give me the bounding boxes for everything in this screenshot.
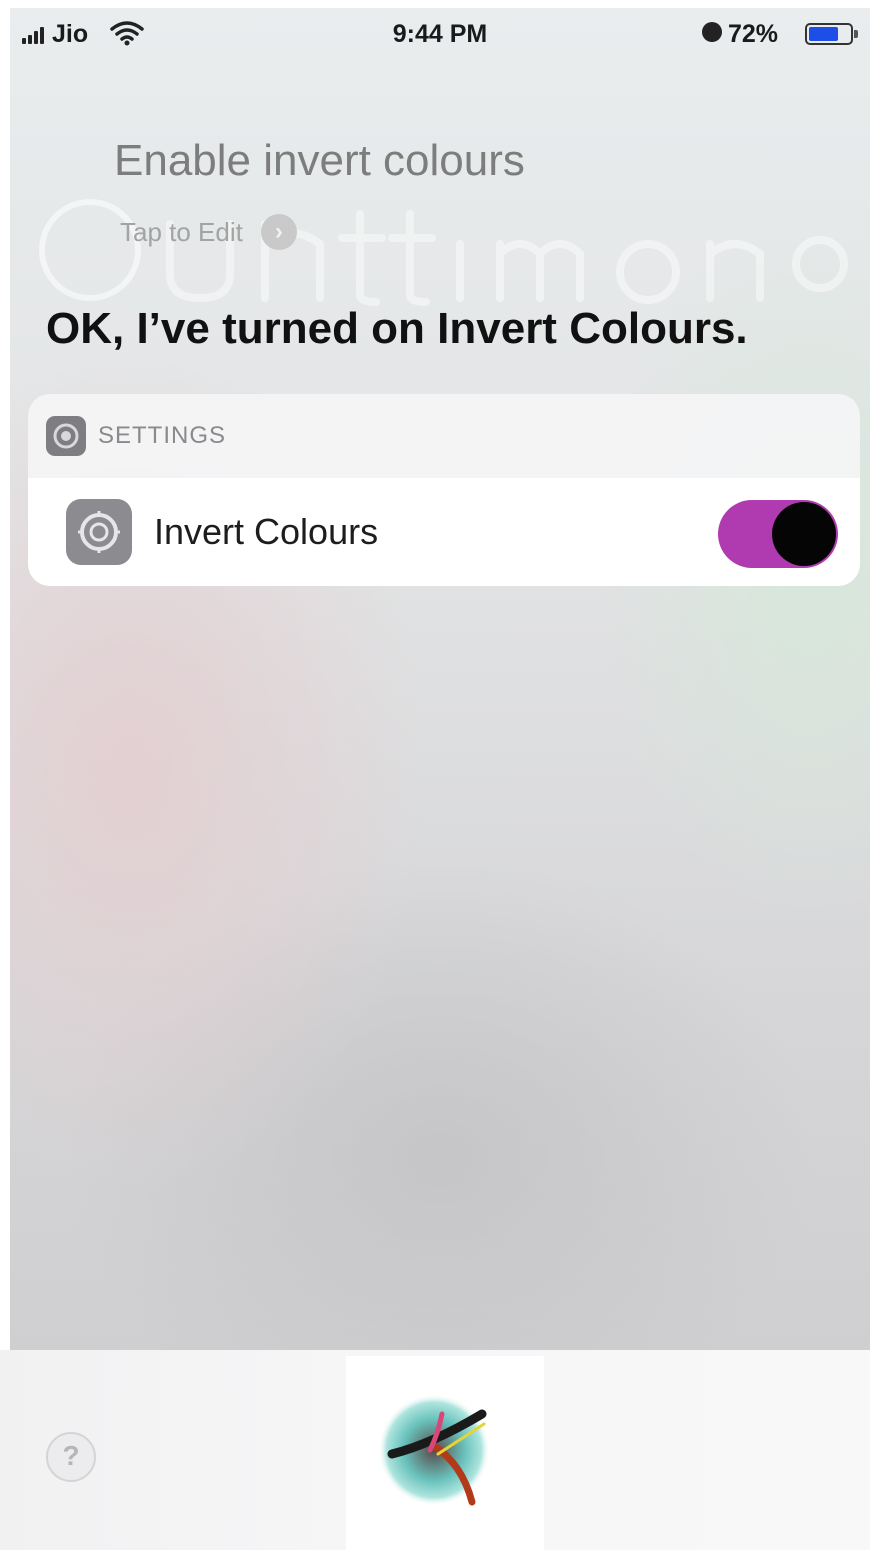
card-header[interactable]: SETTINGS bbox=[28, 394, 860, 478]
chevron-right-icon: › bbox=[260, 214, 297, 250]
tap-to-edit[interactable]: Tap to Edit › bbox=[120, 214, 297, 250]
card-app-name: SETTINGS bbox=[98, 422, 227, 449]
toggle-knob bbox=[772, 502, 836, 566]
invert-colours-label: Invert Colours bbox=[154, 511, 379, 552]
gear-icon bbox=[66, 499, 132, 565]
battery-icon bbox=[805, 23, 858, 45]
tap-to-edit-label: Tap to Edit bbox=[120, 216, 243, 247]
invert-colours-toggle[interactable] bbox=[718, 500, 838, 568]
alarm-icon bbox=[702, 22, 722, 42]
settings-card: SETTINGS Invert Colours bbox=[28, 394, 860, 586]
help-button[interactable]: ? bbox=[46, 1432, 96, 1482]
battery-fill bbox=[809, 27, 838, 41]
siri-query: Enable invert colours bbox=[114, 136, 525, 185]
status-bar: Jio 9:44 PM 72% bbox=[10, 8, 870, 60]
settings-app-icon bbox=[46, 416, 86, 456]
watermark-logo bbox=[39, 199, 848, 306]
battery-percent: 72% bbox=[728, 20, 779, 48]
siri-orb-icon[interactable] bbox=[372, 1384, 502, 1514]
siri-screen: Jio 9:44 PM 72% Enable invert colours Ta… bbox=[10, 8, 870, 1350]
invert-colours-row[interactable]: Invert Colours bbox=[28, 478, 860, 586]
siri-response: OK, I’ve turned on Invert Colours. bbox=[46, 304, 748, 353]
